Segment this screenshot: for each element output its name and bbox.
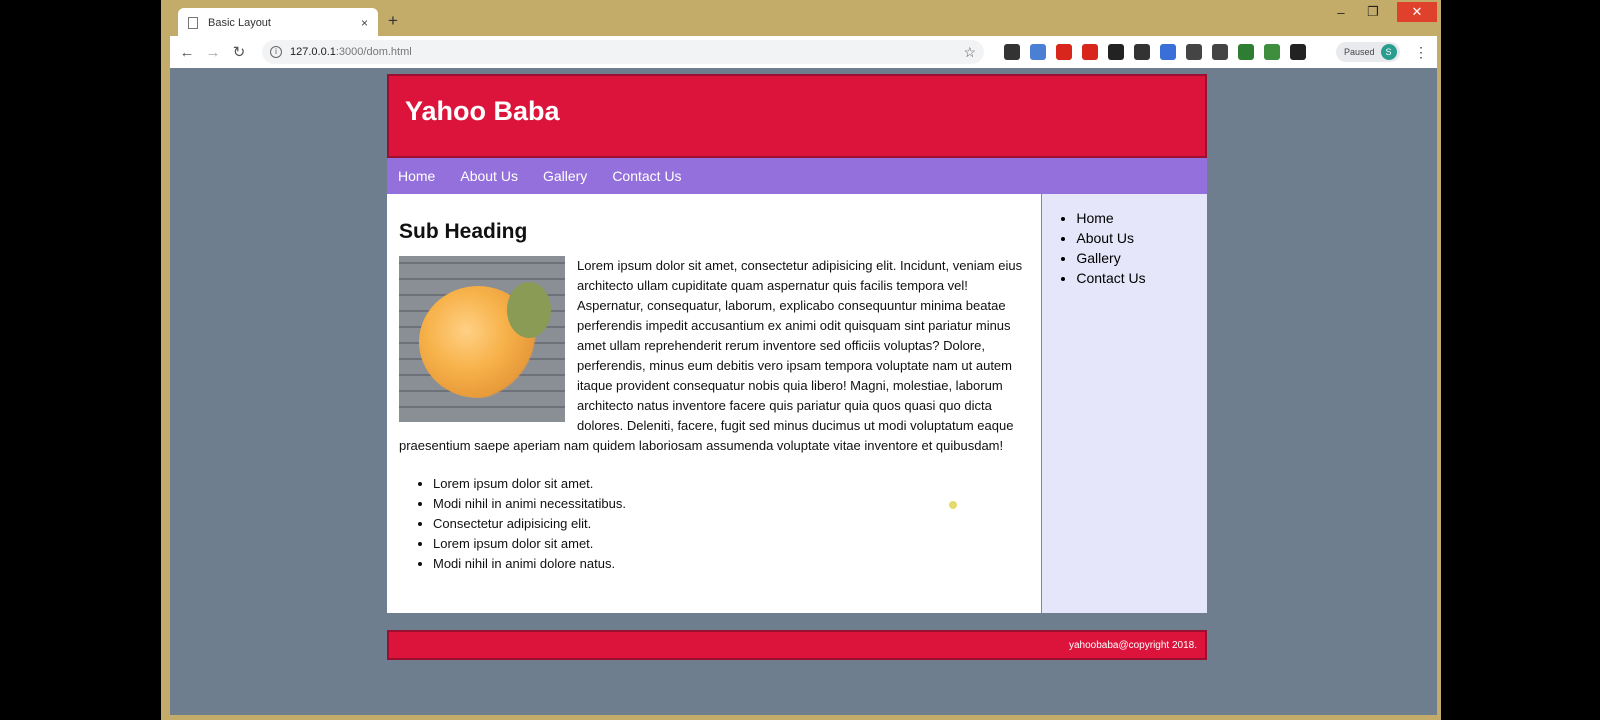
extension-icon[interactable] xyxy=(1030,44,1046,60)
extension-icon[interactable] xyxy=(1186,44,1202,60)
close-window-button[interactable]: ✕ xyxy=(1397,2,1437,22)
extensions-area xyxy=(1004,44,1306,60)
url-host: 127.0.0.1 xyxy=(290,46,336,58)
profile-button[interactable]: Paused S xyxy=(1336,42,1400,62)
minimize-button[interactable]: – xyxy=(1324,2,1358,22)
extension-icon[interactable] xyxy=(1134,44,1150,60)
extension-icon[interactable] xyxy=(1108,44,1124,60)
reload-icon[interactable]: ↻ xyxy=(226,43,252,61)
extension-icon[interactable] xyxy=(1212,44,1228,60)
main-content: Sub Heading Lorem ipsum dolor sit amet, … xyxy=(387,194,1043,613)
flower-image xyxy=(399,256,565,422)
content-area: Sub Heading Lorem ipsum dolor sit amet, … xyxy=(387,194,1207,613)
extension-icon[interactable] xyxy=(1004,44,1020,60)
site-footer: yahoobaba@copyright 2018. xyxy=(387,630,1207,660)
nav-link-contact-us[interactable]: Contact Us xyxy=(612,168,681,184)
list-item: Modi nihil in animi dolore natus. xyxy=(433,554,1029,574)
forward-icon[interactable]: → xyxy=(200,44,226,61)
content-list: Lorem ipsum dolor sit amet. Modi nihil i… xyxy=(433,474,1029,574)
back-icon[interactable]: ← xyxy=(174,44,200,61)
new-tab-button[interactable]: + xyxy=(388,11,398,31)
list-item: Modi nihil in animi necessitatibus. xyxy=(433,494,1029,514)
profile-status: Paused xyxy=(1344,47,1375,57)
address-bar[interactable]: i 127.0.0.1 :3000/dom.html ☆ xyxy=(262,40,984,64)
leaf-shape xyxy=(507,282,551,338)
info-icon[interactable]: i xyxy=(270,46,282,58)
sidebar-item-contact-us[interactable]: Contact Us xyxy=(1076,268,1207,288)
title-bar: Basic Layout × + – ❐ ✕ xyxy=(170,2,1437,38)
list-item: Lorem ipsum dolor sit amet. xyxy=(433,474,1029,494)
page-viewport: Yahoo Baba Home About Us Gallery Contact… xyxy=(170,68,1437,715)
extension-icon[interactable] xyxy=(1056,44,1072,60)
extension-icon[interactable] xyxy=(1160,44,1176,60)
url-path: :3000/dom.html xyxy=(335,46,412,58)
cursor-highlight xyxy=(949,501,957,509)
sidebar: Home About Us Gallery Contact Us xyxy=(1042,194,1207,613)
bookmark-star-icon[interactable]: ☆ xyxy=(963,44,976,61)
maximize-button[interactable]: ❐ xyxy=(1356,2,1390,22)
page-icon xyxy=(188,17,198,29)
site-header: Yahoo Baba xyxy=(387,74,1207,158)
nav-link-home[interactable]: Home xyxy=(398,168,435,184)
main-nav: Home About Us Gallery Contact Us xyxy=(387,158,1207,194)
extension-icon[interactable] xyxy=(1264,44,1280,60)
site-title: Yahoo Baba xyxy=(405,96,560,126)
site-container: Yahoo Baba Home About Us Gallery Contact… xyxy=(387,74,1207,660)
list-item: Lorem ipsum dolor sit amet. xyxy=(433,534,1029,554)
extension-icon[interactable] xyxy=(1290,44,1306,60)
avatar: S xyxy=(1380,44,1397,60)
sidebar-item-home[interactable]: Home xyxy=(1076,208,1207,228)
tab-title: Basic Layout xyxy=(208,17,271,29)
extension-icon[interactable] xyxy=(1082,44,1098,60)
nav-link-about-us[interactable]: About Us xyxy=(460,168,518,184)
sidebar-item-about-us[interactable]: About Us xyxy=(1076,228,1207,248)
sub-heading: Sub Heading xyxy=(399,220,528,243)
menu-icon[interactable]: ⋮ xyxy=(1414,44,1428,61)
nav-link-gallery[interactable]: Gallery xyxy=(543,168,587,184)
sidebar-item-gallery[interactable]: Gallery xyxy=(1076,248,1207,268)
extension-icon[interactable] xyxy=(1238,44,1254,60)
list-item: Consectetur adipisicing elit. xyxy=(433,514,1029,534)
footer-text: yahoobaba@copyright 2018. xyxy=(1068,639,1197,651)
tab-close-icon[interactable]: × xyxy=(361,16,368,30)
tab-basic-layout[interactable]: Basic Layout × xyxy=(178,8,378,38)
browser-window: Basic Layout × + – ❐ ✕ ← → ↻ i 127.0.0.1… xyxy=(170,2,1437,715)
browser-toolbar: ← → ↻ i 127.0.0.1 :3000/dom.html ☆ Pause… xyxy=(170,36,1437,68)
